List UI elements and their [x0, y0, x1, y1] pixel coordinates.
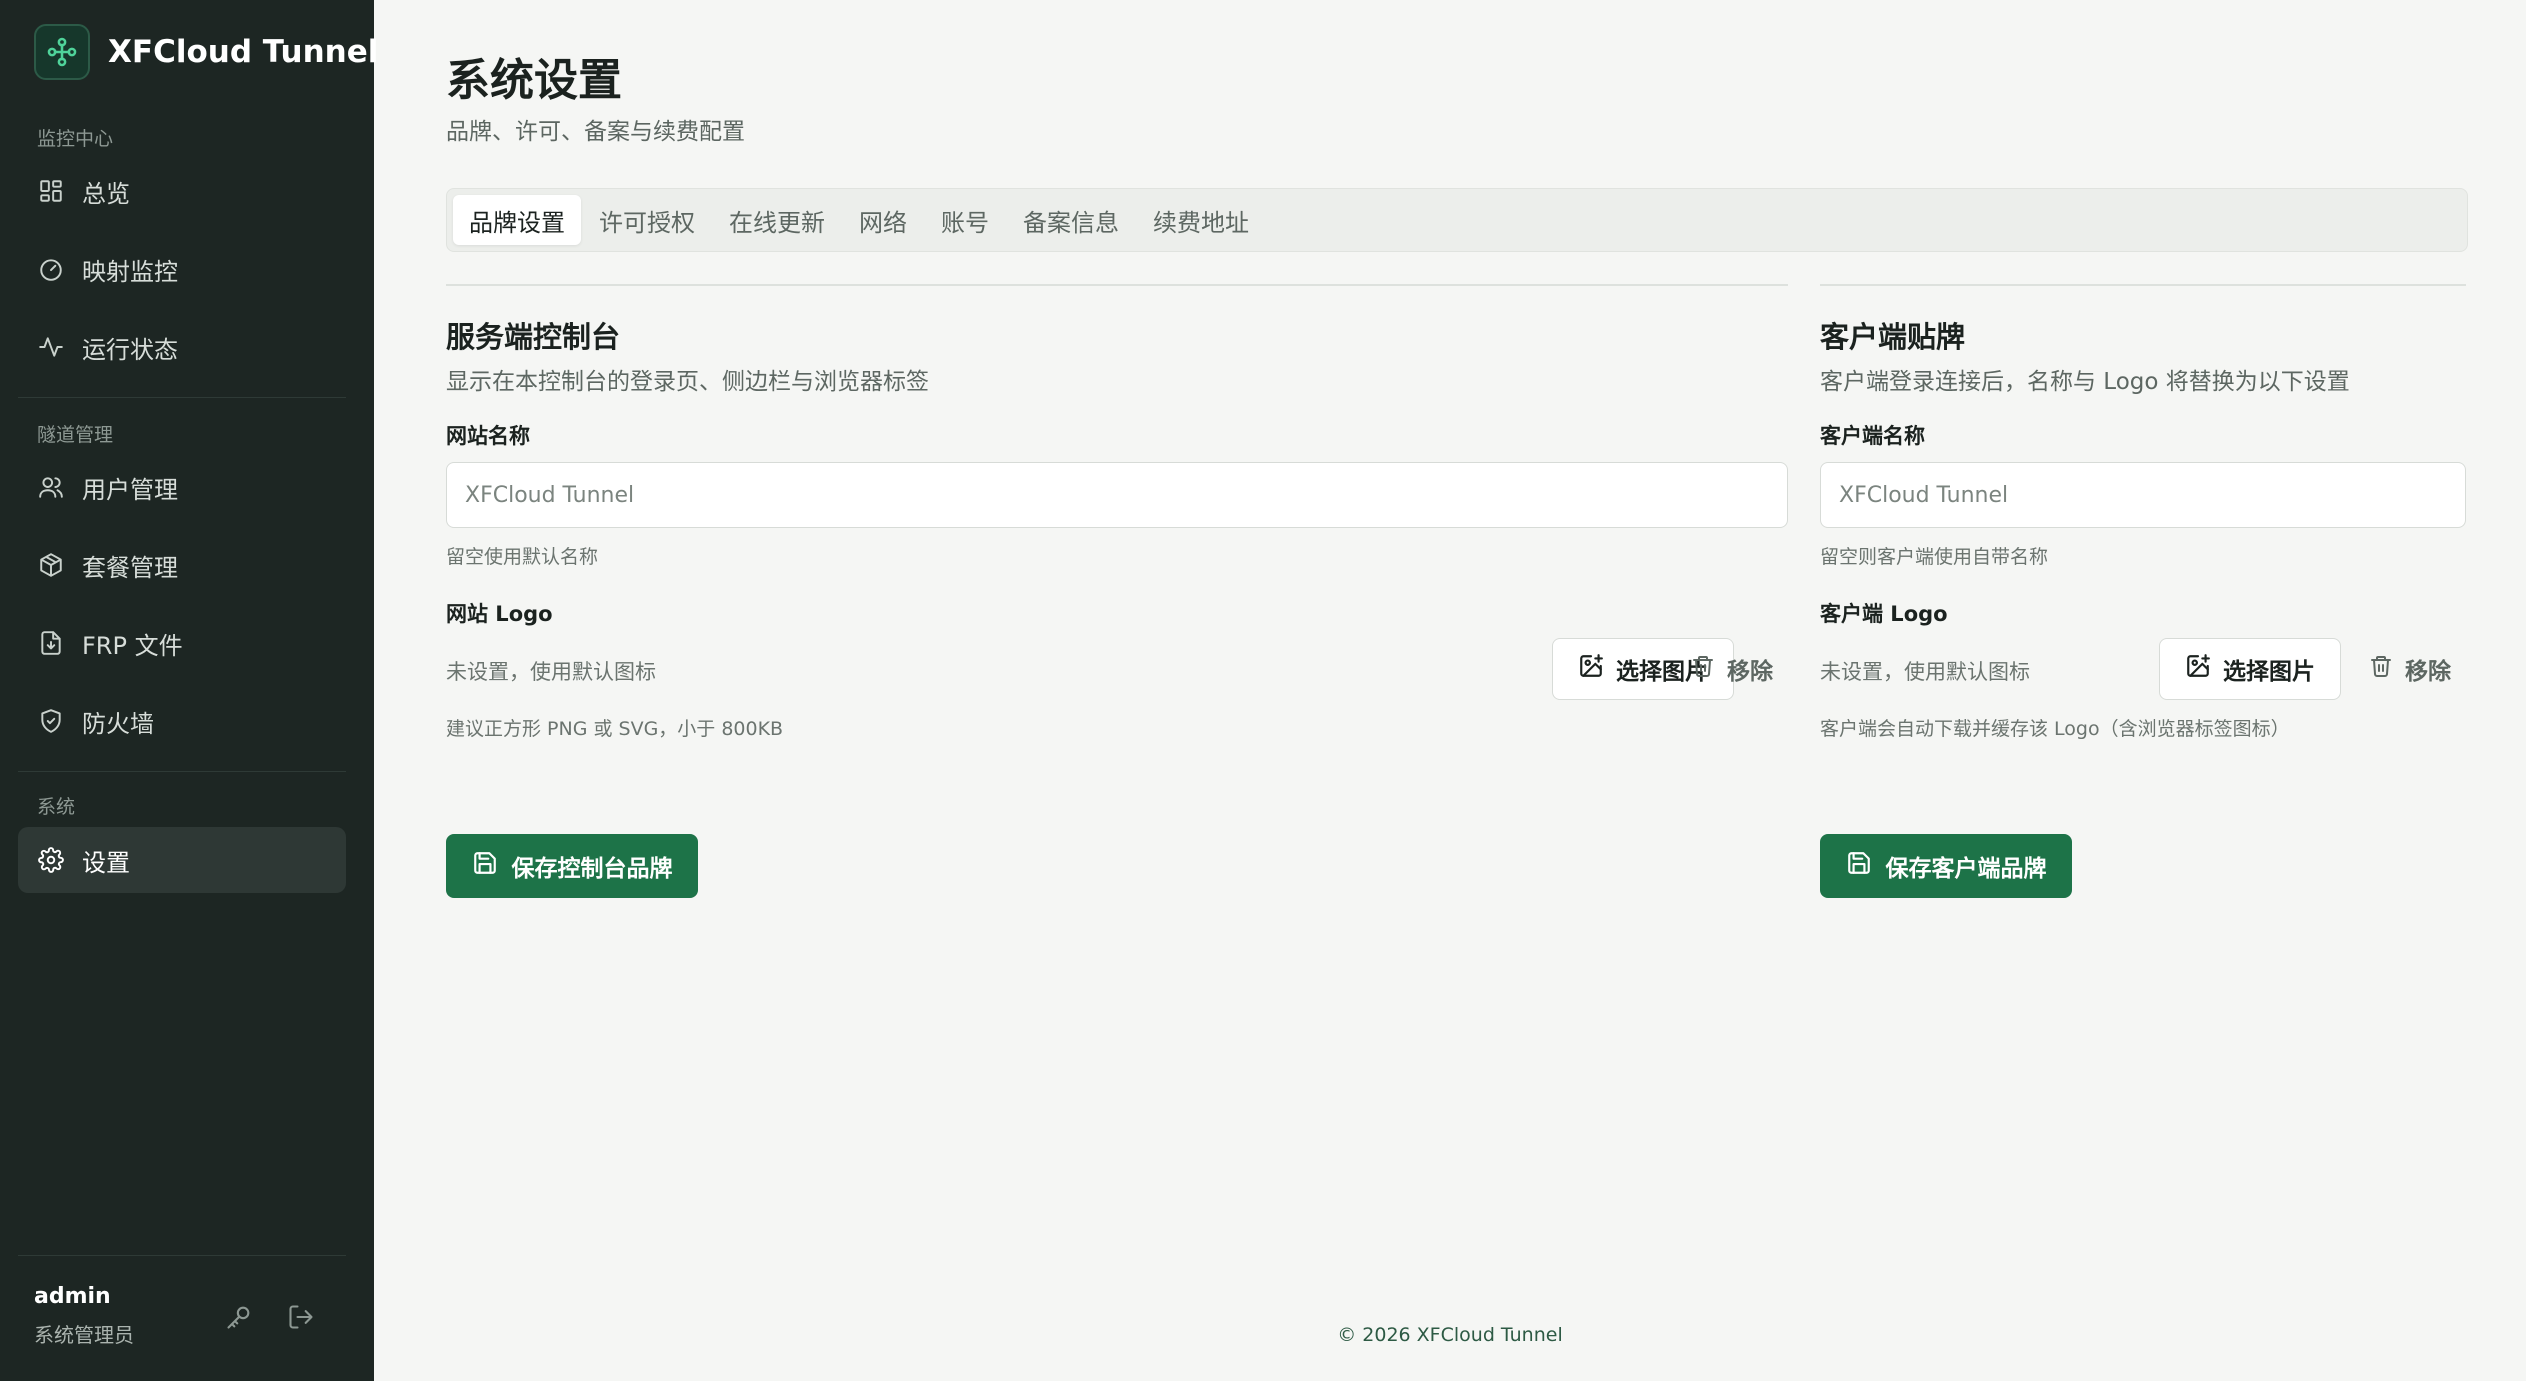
main-content: 系统设置 品牌、许可、备案与续费配置 品牌设置 许可授权 在线更新 网络 账号 … [374, 0, 2526, 1381]
gear-icon [36, 845, 66, 875]
tab-icp[interactable]: 备案信息 [1007, 195, 1135, 245]
save-client-brand-button[interactable]: 保存客户端品牌 [1820, 834, 2072, 898]
tab-update[interactable]: 在线更新 [713, 195, 841, 245]
site-name-input[interactable] [446, 462, 1788, 528]
sidebar-divider [18, 771, 346, 772]
panel-divider [1820, 284, 2466, 286]
sidebar-item-label: 防火墙 [82, 709, 154, 738]
client-logo-hint: 客户端会自动下载并缓存该 Logo（含浏览器标签图标） [1820, 718, 2290, 740]
page-title: 系统设置 [446, 55, 622, 106]
site-logo-status: 未设置，使用默认图标 [446, 660, 656, 684]
panel-title: 客户端贴牌 [1820, 320, 1966, 354]
shield-icon [36, 706, 66, 736]
site-logo-hint: 建议正方形 PNG 或 SVG，小于 800KB [446, 718, 784, 740]
tab-brand[interactable]: 品牌设置 [453, 195, 581, 245]
save-label: 保存控制台品牌 [511, 856, 673, 882]
key-icon[interactable] [222, 1300, 256, 1334]
site-name-label: 网站名称 [446, 424, 530, 448]
save-icon [472, 850, 498, 882]
sidebar-item-overview[interactable]: 总览 [18, 158, 346, 224]
footer-copyright: © 2026 XFCloud Tunnel [1337, 1324, 1563, 1346]
panel-divider [446, 284, 1788, 286]
select-image-button[interactable]: 选择图片 [2159, 638, 2341, 700]
tab-network[interactable]: 网络 [843, 195, 923, 245]
client-logo-status: 未设置，使用默认图标 [1820, 660, 2030, 684]
section-label-system: 系统 [37, 796, 76, 818]
sidebar-item-label: 映射监控 [82, 257, 178, 286]
trash-icon [2369, 654, 2393, 684]
dashboard-icon [36, 176, 66, 206]
tunnel-logo-icon [34, 24, 90, 80]
brand[interactable]: XFCloud Tunnel [34, 24, 378, 80]
package-icon [36, 550, 66, 580]
gauge-icon [36, 254, 66, 284]
panel-title: 服务端控制台 [446, 320, 621, 354]
sidebar-item-status[interactable]: 运行状态 [18, 314, 346, 380]
panel-description: 显示在本控制台的登录页、侧边栏与浏览器标签 [446, 369, 929, 395]
logout-icon[interactable] [284, 1300, 318, 1334]
section-label-tunnel: 隧道管理 [37, 424, 114, 446]
save-icon [1846, 850, 1872, 882]
client-name-label: 客户端名称 [1820, 424, 1925, 448]
user-role: 系统管理员 [34, 1323, 134, 1347]
remove-label: 移除 [2405, 659, 2451, 685]
user-info: admin 系统管理员 [34, 1284, 134, 1348]
trash-icon [1691, 654, 1715, 684]
settings-tabs: 品牌设置 许可授权 在线更新 网络 账号 备案信息 续费地址 [446, 188, 2468, 252]
tab-renewal[interactable]: 续费地址 [1137, 195, 1265, 245]
user-name: admin [34, 1284, 111, 1309]
sidebar-item-label: 运行状态 [82, 335, 178, 364]
sidebar: XFCloud Tunnel 监控中心 总览 映射监控 运行状态 隧道管理 用户… [0, 0, 378, 1381]
brand-name: XFCloud Tunnel [108, 34, 379, 70]
server-brand-panel: 服务端控制台 显示在本控制台的登录页、侧边栏与浏览器标签 网站名称 留空使用默认… [446, 284, 1788, 898]
sidebar-item-settings[interactable]: 设置 [18, 827, 346, 893]
image-plus-icon [2185, 653, 2211, 685]
sidebar-item-users[interactable]: 用户管理 [18, 454, 346, 520]
save-label: 保存客户端品牌 [1885, 856, 2047, 882]
activity-icon [36, 332, 66, 362]
site-logo-label: 网站 Logo [446, 602, 553, 626]
client-name-input[interactable] [1820, 462, 2466, 528]
sidebar-item-plans[interactable]: 套餐管理 [18, 532, 346, 598]
save-console-brand-button[interactable]: 保存控制台品牌 [446, 834, 698, 898]
section-label-monitor: 监控中心 [37, 128, 114, 150]
users-icon [36, 472, 66, 502]
sidebar-divider [18, 397, 346, 398]
sidebar-item-label: 设置 [82, 848, 130, 877]
tab-license[interactable]: 许可授权 [583, 195, 711, 245]
client-logo-label: 客户端 Logo [1820, 602, 1948, 626]
panel-description: 客户端登录连接后，名称与 Logo 将替换为以下设置 [1820, 369, 2350, 395]
sidebar-item-frp[interactable]: FRP 文件 [18, 610, 346, 676]
site-name-hint: 留空使用默认名称 [446, 546, 599, 568]
file-download-icon [36, 628, 66, 658]
tab-account[interactable]: 账号 [925, 195, 1005, 245]
sidebar-divider [18, 1255, 346, 1256]
user-actions [222, 1300, 318, 1334]
client-brand-panel: 客户端贴牌 客户端登录连接后，名称与 Logo 将替换为以下设置 客户端名称 留… [1820, 284, 2466, 898]
page-subtitle: 品牌、许可、备案与续费配置 [446, 119, 745, 145]
sidebar-item-firewall[interactable]: 防火墙 [18, 688, 346, 754]
remove-logo-button[interactable]: 移除 [1676, 638, 1788, 700]
client-name-hint: 留空则客户端使用自带名称 [1820, 546, 2049, 568]
remove-logo-button[interactable]: 移除 [2354, 638, 2466, 700]
sidebar-item-mapping[interactable]: 映射监控 [18, 236, 346, 302]
sidebar-item-label: 用户管理 [82, 475, 178, 504]
sidebar-item-label: 套餐管理 [82, 553, 178, 582]
remove-label: 移除 [1727, 659, 1773, 685]
sidebar-item-label: FRP 文件 [82, 631, 183, 660]
select-image-label: 选择图片 [2223, 659, 2315, 685]
sidebar-item-label: 总览 [82, 179, 130, 208]
image-plus-icon [1578, 653, 1604, 685]
